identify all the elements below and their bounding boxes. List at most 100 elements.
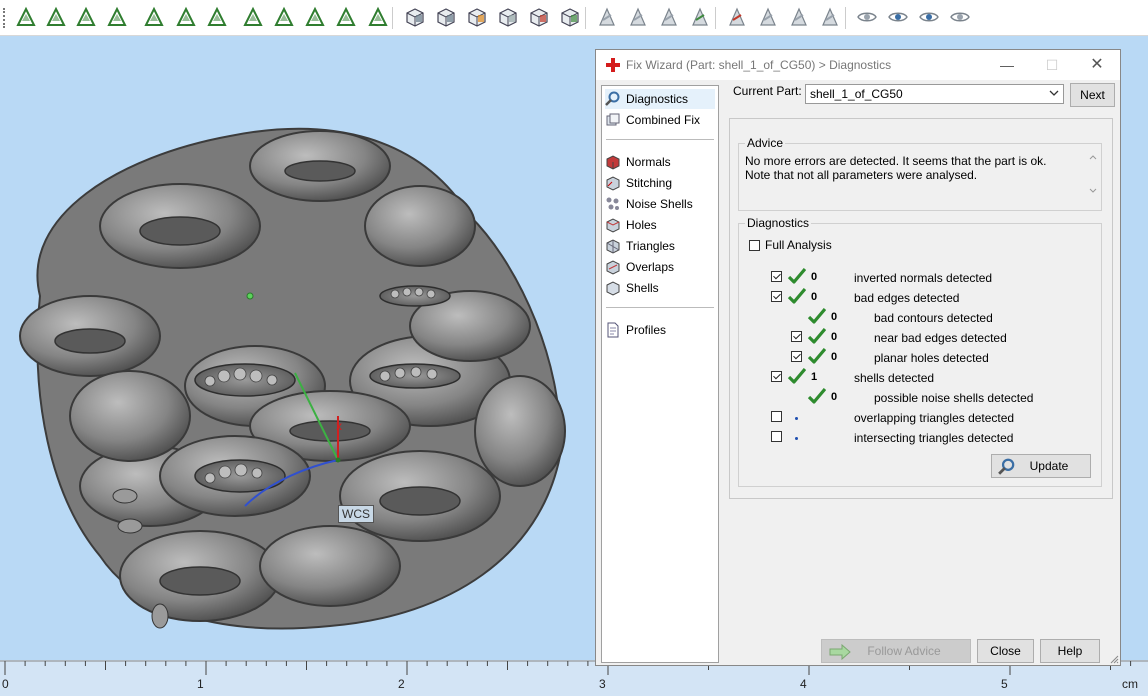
lasso-select-icon[interactable] — [272, 5, 296, 29]
visibility-mark-icon[interactable] — [917, 5, 941, 29]
triangle-flip-icon[interactable] — [657, 5, 681, 29]
triangle-invert-icon[interactable] — [626, 5, 650, 29]
diagnostic-row: overlapping triangles detected — [739, 409, 1099, 427]
ruler-label-2: 2 — [398, 677, 405, 691]
nav-label-holes: Holes — [626, 218, 657, 232]
nav-item-overlaps[interactable]: Overlaps — [605, 257, 715, 277]
nav-separator — [606, 307, 714, 308]
diagnostic-count: 0 — [831, 351, 838, 363]
wheel-select-icon[interactable] — [334, 5, 358, 29]
close-window-button[interactable]: ✕ — [1086, 54, 1108, 76]
next-button[interactable]: Next — [1070, 83, 1115, 107]
overlaps-icon — [606, 260, 620, 275]
visibility-icon[interactable] — [855, 5, 879, 29]
select-box-icon[interactable] — [142, 5, 166, 29]
current-part-label: Current Part: — [733, 84, 802, 98]
full-analysis-checkbox[interactable] — [749, 240, 760, 251]
nav-separator — [606, 139, 714, 140]
toolbar-separator — [392, 7, 393, 29]
fix-wizard-dialog: Fix Wizard (Part: shell_1_of_CG50) > Dia… — [595, 49, 1121, 666]
select-surface-icon[interactable] — [105, 5, 129, 29]
follow-advice-button[interactable]: Follow Advice — [821, 639, 971, 663]
diagnostic-text: inverted normals detected — [854, 271, 993, 285]
diagnostic-text: near bad edges detected — [874, 331, 1007, 345]
nav-label-combined-fix: Combined Fix — [626, 113, 701, 127]
advice-group: Advice No more errors are detected. It s… — [738, 136, 1102, 211]
diagnostic-checkbox[interactable] — [771, 411, 782, 422]
nav-label-stitching: Stitching — [626, 176, 673, 190]
current-part-select[interactable]: shell_1_of_CG50 — [805, 84, 1064, 104]
update-button[interactable]: Update — [991, 454, 1091, 478]
delete-marked-icon[interactable] — [725, 5, 749, 29]
nav-item-shells[interactable]: Shells — [605, 278, 715, 298]
nav-item-noise-shells[interactable]: Noise Shells — [605, 194, 715, 214]
nav-item-stitching[interactable]: Stitching — [605, 173, 715, 193]
nav-item-diagnostics[interactable]: Diagnostics — [605, 89, 715, 109]
part-color-icon[interactable] — [465, 5, 489, 29]
normals-cube-icon — [606, 155, 620, 170]
select-curve-icon[interactable] — [205, 5, 229, 29]
follow-advice-label: Follow Advice — [867, 644, 941, 658]
diagnostic-row: 0 near bad edges detected — [739, 328, 1099, 347]
nav-item-combined-fix[interactable]: Combined Fix — [605, 110, 715, 130]
part-transparent-icon[interactable] — [558, 5, 582, 29]
diagnostic-checkbox[interactable] — [771, 271, 782, 282]
triangle-mark-icon[interactable] — [595, 5, 619, 29]
triangle-hatch-icon[interactable] — [756, 5, 780, 29]
nav-item-triangles[interactable]: Triangles — [605, 236, 715, 256]
advice-scrollbar[interactable] — [1087, 152, 1099, 196]
diagnostic-text: possible noise shells detected — [874, 391, 1034, 405]
visibility-flag-icon[interactable] — [948, 5, 972, 29]
diagnostic-checkbox[interactable] — [791, 351, 802, 362]
diagnostic-text: bad edges detected — [854, 291, 960, 305]
green-check-icon — [788, 288, 806, 304]
nav-label-normals: Normals — [626, 155, 671, 169]
holes-cube-icon — [606, 218, 620, 233]
help-button[interactable]: Help — [1040, 639, 1100, 663]
nav-item-profiles[interactable]: Profiles — [605, 320, 715, 340]
svg-text:x: x — [336, 419, 342, 433]
visibility-cross-icon[interactable] — [886, 5, 910, 29]
cursor-arrow-icon[interactable] — [14, 5, 38, 29]
nav-label-shells: Shells — [626, 281, 659, 295]
green-check-icon — [788, 268, 806, 284]
part-exploded-icon[interactable] — [527, 5, 551, 29]
maximize-button[interactable]: ☐ — [1041, 54, 1063, 76]
diagnostic-text: bad contours detected — [874, 311, 993, 325]
diagnostic-text: planar holes detected — [874, 351, 989, 365]
triangle-copy-icon[interactable] — [787, 5, 811, 29]
triangle-cut-icon[interactable] — [818, 5, 842, 29]
ruler-label-1: 1 — [197, 677, 204, 691]
resize-grip-icon[interactable] — [1109, 654, 1119, 664]
marker-select-icon[interactable] — [366, 5, 390, 29]
diagnostic-checkbox[interactable] — [771, 291, 782, 302]
diagnostic-checkbox[interactable] — [791, 331, 802, 342]
pattern-select-icon[interactable] — [303, 5, 327, 29]
diagnostic-text: intersecting triangles detected — [854, 431, 1014, 445]
diagnostic-count: 1 — [811, 371, 818, 383]
nav-item-holes[interactable]: Holes — [605, 215, 715, 235]
magnifier-icon — [605, 91, 620, 106]
toolbar-separator — [715, 7, 716, 29]
nav-item-normals[interactable]: Normals — [605, 152, 715, 172]
toolbar-separator — [845, 7, 846, 29]
part-front-icon[interactable] — [434, 5, 458, 29]
minimize-button[interactable]: — — [996, 54, 1018, 76]
shells-icon — [606, 281, 620, 296]
diagnostic-checkbox[interactable] — [771, 371, 782, 382]
nav-label-profiles: Profiles — [626, 323, 667, 337]
select-edge-icon[interactable] — [74, 5, 98, 29]
triangle-fill-icon[interactable] — [688, 5, 712, 29]
advice-label: Advice — [745, 136, 786, 150]
diagnostic-checkbox[interactable] — [771, 431, 782, 442]
mesh-select-icon[interactable] — [241, 5, 265, 29]
part-view-icon[interactable] — [403, 5, 427, 29]
part-wire-icon[interactable] — [496, 5, 520, 29]
select-triangle-icon[interactable] — [44, 5, 68, 29]
ruler-label-5: 5 — [1001, 677, 1008, 691]
dialog-titlebar[interactable]: Fix Wizard (Part: shell_1_of_CG50) > Dia… — [596, 50, 1120, 80]
advice-text: No more errors are detected. It seems th… — [745, 154, 1047, 182]
update-label: Update — [1029, 459, 1069, 473]
select-shell-icon[interactable] — [174, 5, 198, 29]
close-button[interactable]: Close — [977, 639, 1034, 663]
